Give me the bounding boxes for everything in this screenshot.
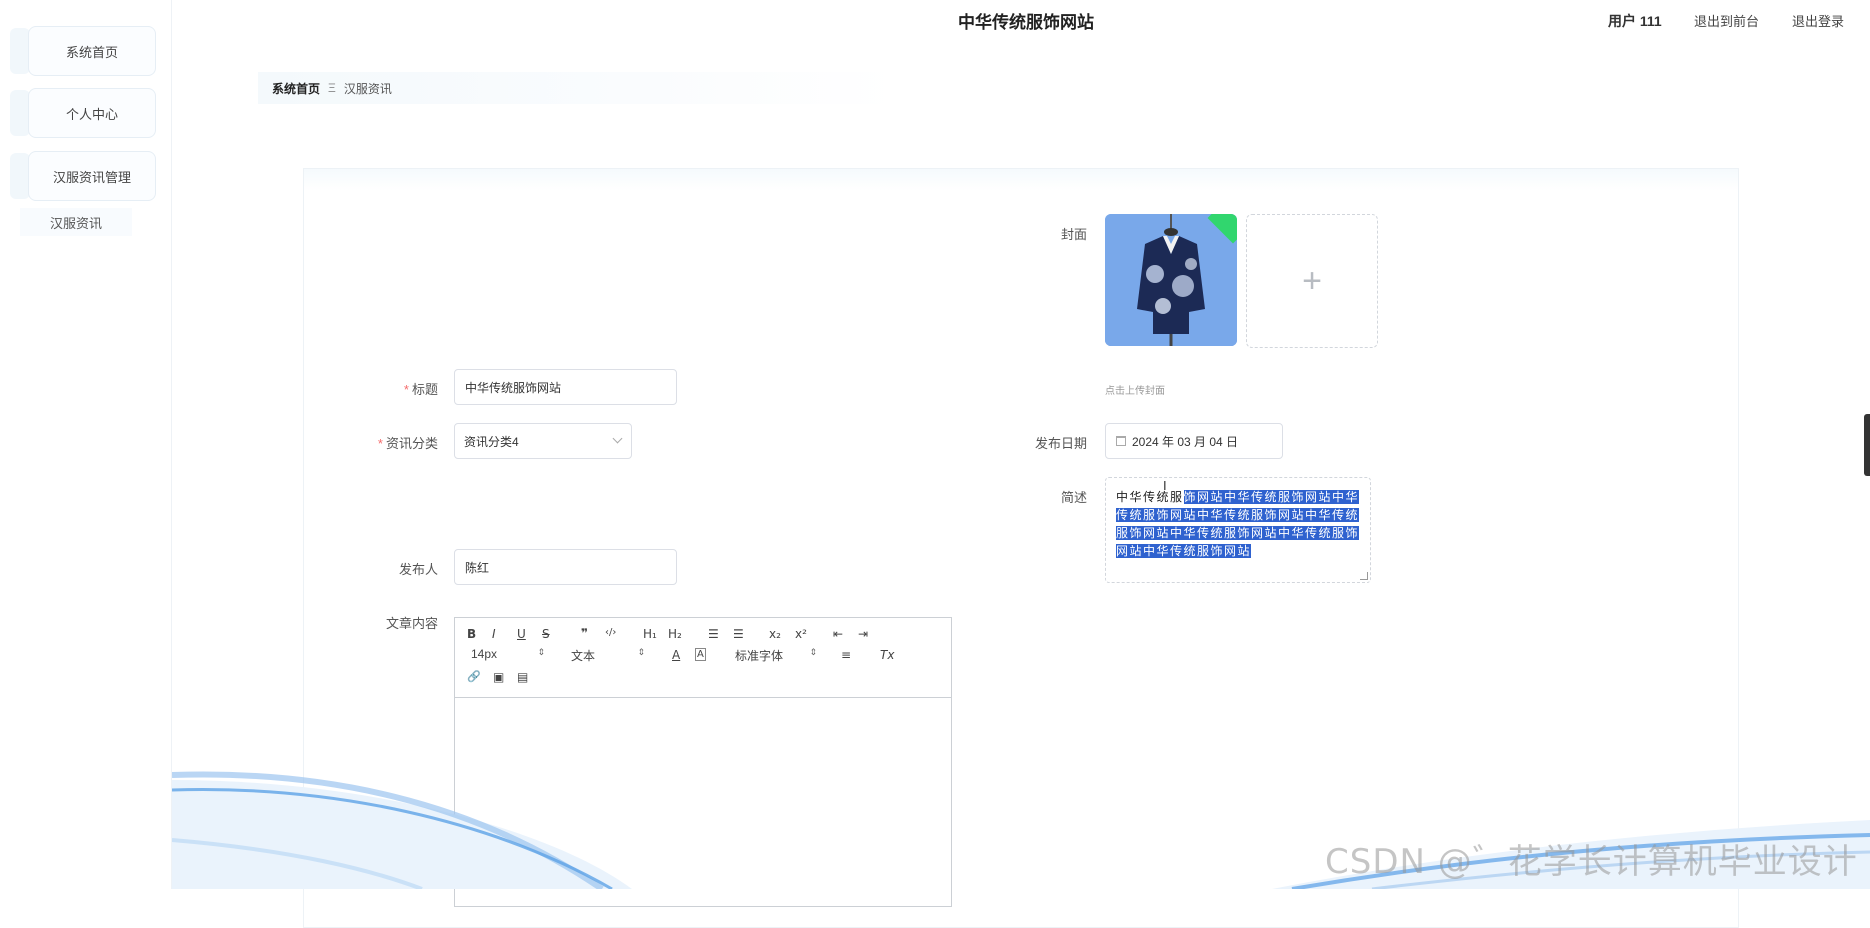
sidebar-item-decoration <box>10 153 30 199</box>
indent-button[interactable]: ⇥ <box>858 627 868 641</box>
font-color-button[interactable]: A <box>672 648 680 662</box>
sidebar-item-news-management[interactable]: 汉服资讯管理 <box>28 151 156 201</box>
site-title: 中华传统服饰网站 <box>958 13 1094 32</box>
publisher-label: 发布人 <box>398 562 438 577</box>
italic-button[interactable]: I <box>492 627 496 641</box>
h2-button[interactable]: H₂ <box>668 627 682 641</box>
summary-label: 简述 <box>1060 490 1087 505</box>
editor-toolbar: B I U S ❞ ‹/› H₁ H₂ ☰ ☰ x₂ x² ⇤ ⇥ 14px ⇕… <box>455 618 951 698</box>
image-icon[interactable]: ▣ <box>493 670 504 684</box>
sidebar-item-decoration <box>10 28 30 74</box>
h1-button[interactable]: H₁ <box>643 627 657 641</box>
ordered-list-button[interactable]: ☰ <box>708 627 719 641</box>
strike-button[interactable]: S <box>542 627 550 641</box>
upload-tip: 点击上传封面 <box>1105 386 1165 397</box>
category-select[interactable]: 资讯分类4 <box>454 423 632 459</box>
video-icon[interactable]: ▤ <box>517 670 528 684</box>
font-family-value: 标准字体 <box>735 649 784 663</box>
sidebar-item-label: 个人中心 <box>65 106 118 122</box>
category-label: * 资讯分类 <box>377 436 438 451</box>
rich-text-editor: B I U S ❞ ‹/› H₁ H₂ ☰ ☰ x₂ x² ⇤ ⇥ 14px ⇕… <box>454 617 952 907</box>
sidebar: 系统首页 个人中心 汉服资讯管理 汉服资讯 <box>0 0 172 889</box>
required-mark: * <box>377 436 383 451</box>
date-label: 发布日期 <box>1034 436 1087 451</box>
summary-textarea[interactable]: 中华传统服饰网站中华传统服饰网站中华传统服饰网站中华传统服饰网站中华传统服饰网站… <box>1105 477 1371 583</box>
title-input[interactable] <box>454 369 677 405</box>
sidebar-item-profile[interactable]: 个人中心 <box>28 88 156 138</box>
date-picker[interactable]: 2024 年 03 月 04 日 <box>1105 423 1283 459</box>
bold-button[interactable]: B <box>467 627 476 641</box>
quote-button[interactable]: ❞ <box>581 626 588 640</box>
updown-icon: ⇕ <box>637 647 645 657</box>
underline-button[interactable]: U <box>517 627 526 641</box>
editor-content-area[interactable] <box>455 698 951 906</box>
watermark: CSDN @゛花学长计算机毕业设计 <box>1325 842 1858 882</box>
align-button[interactable]: ≡ <box>841 648 851 662</box>
cover-image[interactable] <box>1105 214 1237 346</box>
sidebar-item-label: 汉服资讯管理 <box>52 169 131 185</box>
font-family-select[interactable]: 标准字体 ⇕ <box>735 647 817 664</box>
cover-label: 封面 <box>1060 227 1087 242</box>
sidebar-item-decoration <box>10 90 30 136</box>
back-to-front-link[interactable]: 退出到前台 <box>1694 11 1759 30</box>
sidebar-item-label: 系统首页 <box>65 44 118 60</box>
summary-text: 中华传统服 <box>1116 490 1184 504</box>
plus-icon: + <box>1302 261 1322 300</box>
text-cursor-icon: I <box>1163 478 1167 493</box>
code-button[interactable]: ‹/› <box>605 627 616 638</box>
breadcrumb: 系统首页 Ξ 汉服资讯 <box>258 72 898 104</box>
current-user: 用户 111 <box>1608 13 1662 29</box>
clean-format-button[interactable]: Tx <box>880 648 894 662</box>
breadcrumb-current: 汉服资讯 <box>343 81 392 96</box>
outdent-button[interactable]: ⇤ <box>833 627 843 641</box>
card-top-band <box>304 169 1738 191</box>
bullet-list-button[interactable]: ☰ <box>733 627 744 641</box>
link-icon[interactable]: 🔗 <box>467 670 481 683</box>
title-label: * 标题 <box>403 382 438 397</box>
block-format-value: 文本 <box>571 649 596 663</box>
resize-handle[interactable] <box>1360 572 1368 580</box>
breadcrumb-home[interactable]: 系统首页 <box>272 80 320 97</box>
updown-icon: ⇕ <box>537 647 545 657</box>
upload-cover-button[interactable]: + <box>1246 214 1378 348</box>
sidebar-item-home[interactable]: 系统首页 <box>28 26 156 76</box>
block-format-select[interactable]: 文本 ⇕ <box>571 647 645 664</box>
font-size-value: 14px <box>471 647 498 661</box>
background-color-button[interactable]: A <box>695 648 706 661</box>
logout-link[interactable]: 退出登录 <box>1792 11 1844 30</box>
side-scroll-handle[interactable] <box>1864 414 1870 476</box>
subscript-button[interactable]: x₂ <box>769 627 781 641</box>
calendar-icon <box>1116 436 1126 446</box>
content-label: 文章内容 <box>385 616 438 631</box>
chevron-down-icon <box>612 433 623 444</box>
updown-icon: ⇕ <box>809 647 817 657</box>
required-mark: * <box>403 382 409 397</box>
font-size-select[interactable]: 14px ⇕ <box>471 647 545 661</box>
superscript-button[interactable]: x² <box>795 627 807 641</box>
sidebar-subitem-news[interactable]: 汉服资讯 <box>20 208 132 236</box>
jacket-image-icon <box>1105 214 1237 346</box>
date-value: 2024 年 03 月 04 日 <box>1132 434 1239 449</box>
breadcrumb-separator-icon: Ξ <box>328 81 336 95</box>
publisher-input[interactable] <box>454 549 677 585</box>
category-value: 资讯分类4 <box>464 434 519 449</box>
